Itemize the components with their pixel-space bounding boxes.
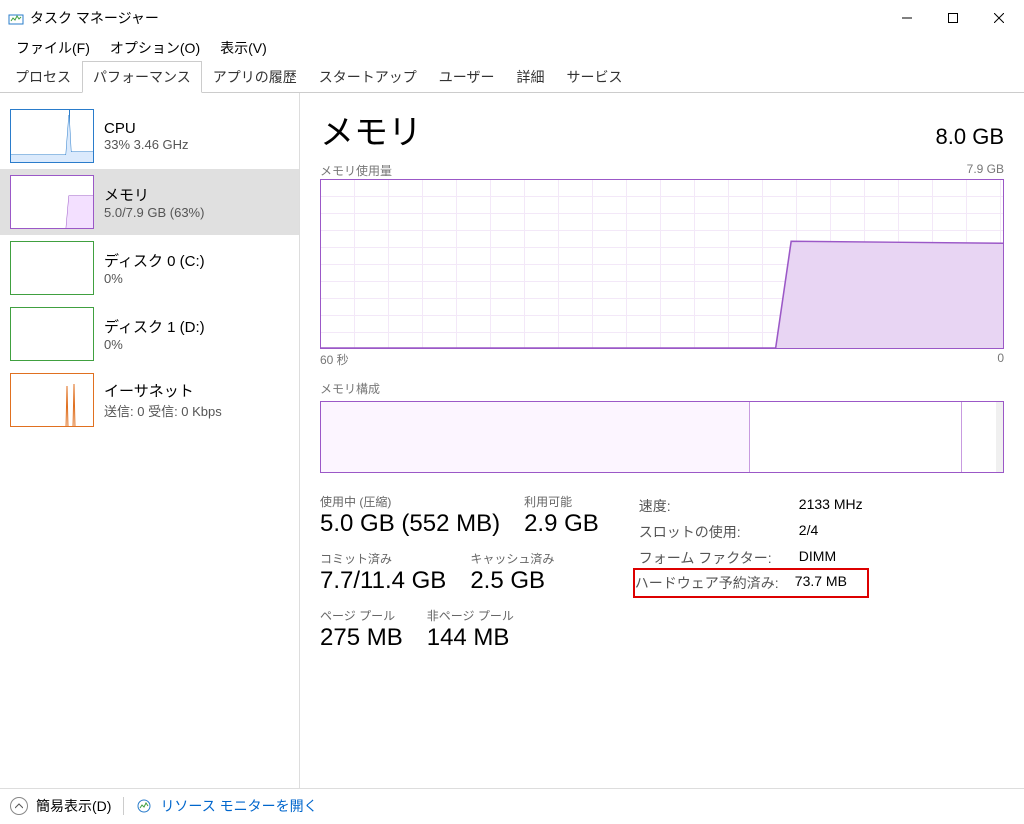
compseg-standby — [750, 402, 962, 472]
disk0-thumb-icon — [10, 241, 94, 295]
form-value: DIMM — [799, 548, 836, 568]
composition-label: メモリ構成 — [320, 380, 1004, 397]
property-table: 速度: 2133 MHz スロットの使用: 2/4 フォーム ファクター: DI… — [639, 493, 863, 652]
side-panel: CPU 33% 3.46 GHz メモリ 5.0/7.9 GB (63%) ディ… — [0, 93, 300, 788]
window-controls — [884, 3, 1022, 33]
window-title: タスク マネージャー — [30, 8, 884, 28]
status-bar: 簡易表示(D) リソース モニターを開く — [0, 788, 1024, 822]
tab-services[interactable]: サービス — [555, 61, 633, 93]
nonpaged-label: 非ページ プール — [427, 607, 514, 624]
paged-value: 275 MB — [320, 624, 403, 652]
hw-key: ハードウェア予約済み: — [635, 573, 795, 593]
body: CPU 33% 3.46 GHz メモリ 5.0/7.9 GB (63%) ディ… — [0, 93, 1024, 788]
memory-usage-chart — [320, 179, 1004, 349]
memory-thumb-icon — [10, 175, 94, 229]
memory-total: 8.0 GB — [936, 124, 1004, 150]
sidebar-cpu-detail: 33% 3.46 GHz — [104, 137, 189, 152]
sidebar-disk0-name: ディスク 0 (C:) — [104, 250, 205, 271]
sidebar-item-ethernet[interactable]: イーサネット 送信: 0 受信: 0 Kbps — [0, 367, 299, 433]
hw-value: 73.7 MB — [795, 573, 847, 593]
page-title: メモリ — [320, 105, 422, 154]
nonpaged-value: 144 MB — [427, 624, 514, 652]
slots-value: 2/4 — [799, 522, 818, 542]
paged-label: ページ プール — [320, 607, 403, 624]
sidebar-memory-name: メモリ — [104, 184, 204, 205]
divider — [123, 797, 124, 815]
compseg-hw-reserved — [996, 402, 1003, 472]
compseg-in-use — [321, 402, 750, 472]
usage-max: 7.9 GB — [967, 162, 1004, 179]
committed-label: コミット済み — [320, 550, 446, 567]
sidebar-ethernet-detail: 送信: 0 受信: 0 Kbps — [104, 401, 222, 420]
sidebar-disk1-name: ディスク 1 (D:) — [104, 316, 205, 337]
available-value: 2.9 GB — [524, 510, 599, 538]
app-icon — [8, 10, 24, 26]
cached-value: 2.5 GB — [470, 567, 554, 595]
available-label: 利用可能 — [524, 493, 599, 510]
tab-app-history[interactable]: アプリの履歴 — [202, 61, 308, 93]
close-button[interactable] — [976, 3, 1022, 33]
slots-key: スロットの使用: — [639, 522, 799, 542]
sidebar-item-disk0[interactable]: ディスク 0 (C:) 0% — [0, 235, 299, 301]
main-panel: メモリ 8.0 GB メモリ使用量 7.9 GB 60 秒 0 メモリ構成 — [300, 93, 1024, 788]
maximize-button[interactable] — [930, 3, 976, 33]
fewer-details-button[interactable]: 簡易表示(D) — [36, 796, 111, 816]
memory-header: メモリ 8.0 GB — [320, 105, 1004, 154]
committed-value: 7.7/11.4 GB — [320, 567, 446, 595]
sidebar-item-cpu[interactable]: CPU 33% 3.46 GHz — [0, 103, 299, 169]
form-key: フォーム ファクター: — [639, 548, 799, 568]
resource-monitor-icon — [136, 798, 152, 814]
minimize-button[interactable] — [884, 3, 930, 33]
cached-label: キャッシュ済み — [470, 550, 554, 567]
title-bar: タスク マネージャー — [0, 0, 1024, 36]
sidebar-item-memory[interactable]: メモリ 5.0/7.9 GB (63%) — [0, 169, 299, 235]
sidebar-disk0-detail: 0% — [104, 271, 205, 286]
sidebar-memory-detail: 5.0/7.9 GB (63%) — [104, 205, 204, 220]
tab-bar: プロセス パフォーマンス アプリの履歴 スタートアップ ユーザー 詳細 サービス — [0, 60, 1024, 93]
usage-label: メモリ使用量 — [320, 162, 392, 179]
stats-area: 使用中 (圧縮) 5.0 GB (552 MB) 利用可能 2.9 GB コミッ… — [320, 493, 1004, 652]
x-right: 0 — [997, 351, 1004, 368]
chart-x-labels: 60 秒 0 — [320, 351, 1004, 368]
disk1-thumb-icon — [10, 307, 94, 361]
menu-view[interactable]: 表示(V) — [210, 36, 277, 60]
sidebar-item-disk1[interactable]: ディスク 1 (D:) 0% — [0, 301, 299, 367]
x-left: 60 秒 — [320, 351, 349, 368]
compseg-free — [962, 402, 996, 472]
tab-performance[interactable]: パフォーマンス — [82, 61, 202, 93]
hw-reserved-row-highlight: ハードウェア予約済み: 73.7 MB — [633, 568, 869, 598]
menu-options[interactable]: オプション(O) — [100, 36, 210, 60]
ethernet-thumb-icon — [10, 373, 94, 427]
sidebar-disk1-detail: 0% — [104, 337, 205, 352]
in-use-label: 使用中 (圧縮) — [320, 493, 500, 510]
memory-composition-bar — [320, 401, 1004, 473]
tab-startup[interactable]: スタートアップ — [308, 61, 428, 93]
menu-file[interactable]: ファイル(F) — [6, 36, 100, 60]
speed-value: 2133 MHz — [799, 496, 863, 516]
cpu-thumb-icon — [10, 109, 94, 163]
tab-processes[interactable]: プロセス — [4, 61, 82, 93]
in-use-value: 5.0 GB (552 MB) — [320, 510, 500, 538]
speed-key: 速度: — [639, 496, 799, 516]
sidebar-cpu-name: CPU — [104, 120, 189, 137]
menu-bar: ファイル(F) オプション(O) 表示(V) — [0, 36, 1024, 60]
sidebar-ethernet-name: イーサネット — [104, 380, 222, 401]
chart-y-labels: メモリ使用量 7.9 GB — [320, 162, 1004, 179]
open-resource-monitor-link[interactable]: リソース モニターを開く — [160, 796, 317, 816]
tab-users[interactable]: ユーザー — [428, 61, 506, 93]
chevron-up-icon[interactable] — [10, 797, 28, 815]
tab-details[interactable]: 詳細 — [505, 61, 555, 93]
